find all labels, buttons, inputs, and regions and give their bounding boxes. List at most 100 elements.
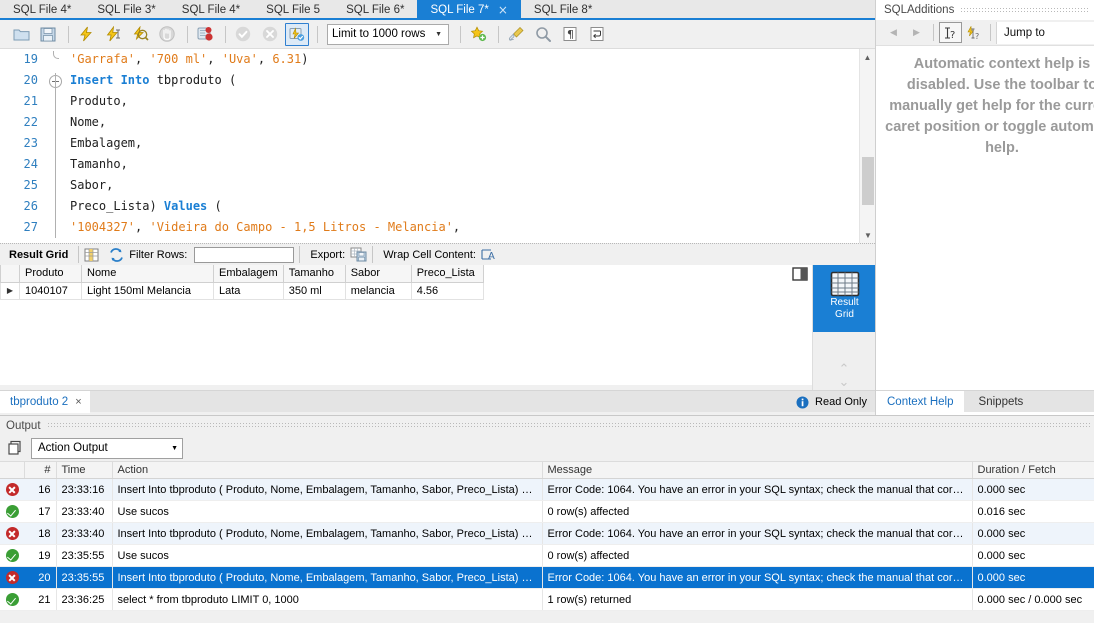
toolbar-separator (78, 246, 80, 263)
editor-line[interactable]: 27 '1004327', 'Videira do Campo - 1,5 Lit… (0, 217, 875, 238)
result-grid-body[interactable]: ▶ 1040107 Light 150ml Melancia Lata 350 ml me… (0, 282, 484, 300)
output-column-header[interactable]: Action (112, 461, 543, 479)
result-grid-column-header[interactable]: Nome (81, 265, 214, 283)
result-grid-cell[interactable]: 350 ml (282, 282, 346, 300)
result-grid-cell[interactable]: 1040107 (19, 282, 82, 300)
beautify-icon[interactable] (504, 23, 528, 46)
editor-line[interactable]: 21 Produto, (0, 91, 875, 112)
wrap-cell-icon[interactable]: A (481, 248, 496, 262)
open-folder-icon[interactable] (9, 23, 33, 46)
sql-additions-tabstrip[interactable]: Context Help Snippets (876, 390, 1094, 413)
export-icon[interactable] (350, 247, 367, 262)
result-grid-column-header[interactable]: Sabor (344, 265, 412, 283)
output-column-header[interactable]: Duration / Fetch (972, 461, 1094, 479)
editor-line[interactable]: 19 'Garrafa', '700 ml', 'Uva', 6.31) (0, 49, 875, 70)
filter-rows-input[interactable] (194, 246, 295, 263)
find-icon[interactable] (531, 23, 555, 46)
output-type-select[interactable]: Action Output ▼ (31, 437, 183, 459)
sql-file-tab[interactable]: SQL File 5 (253, 0, 334, 18)
grid-icon[interactable] (84, 248, 99, 262)
resultset-tabstrip[interactable]: tbproduto 2 × Read Only (0, 390, 875, 413)
result-grid-cell[interactable]: 4.56 (410, 282, 484, 300)
editor-line[interactable]: 24 Tamanho, (0, 154, 875, 175)
tab-context-help[interactable]: Context Help (876, 391, 965, 413)
result-grid-column-header[interactable]: Tamanho (282, 265, 346, 283)
editor-line[interactable]: 26 Preco_Lista) Values ( (0, 196, 875, 217)
result-grid-row[interactable]: ▶ 1040107 Light 150ml Melancia Lata 350 ml me… (0, 282, 484, 300)
execute-current-statement-icon[interactable] (101, 23, 125, 46)
resultset-tab-tbproduto2[interactable]: tbproduto 2 × (0, 391, 90, 413)
close-icon[interactable]: × (498, 4, 508, 16)
nav-forward-icon[interactable]: ▶ (905, 22, 928, 43)
output-row[interactable]: 17 23:33:40 Use sucos 0 row(s) affected 0.01… (0, 500, 1094, 523)
line-text: Tamanho, (70, 157, 128, 171)
error-status-icon (0, 478, 24, 501)
wrap-lines-icon[interactable] (585, 23, 609, 46)
result-grid-cell[interactable]: melancia (344, 282, 412, 300)
result-grid-column-header[interactable]: Embalagem (213, 265, 284, 283)
vertical-scroll-thumb[interactable] (862, 157, 874, 205)
output-row[interactable]: 16 23:33:16 Insert Into tbproduto ( Produt… (0, 478, 1094, 501)
output-row[interactable]: 19 23:35:55 Use sucos 0 row(s) affected 0.00… (0, 544, 1094, 567)
close-icon[interactable]: × (75, 396, 81, 408)
editor-code-lines[interactable]: 19 'Garrafa', '700 ml', 'Uva', 6.31) 20 Ins… (0, 49, 875, 238)
nav-down-icon[interactable]: ⌄ (839, 375, 850, 388)
output-row[interactable]: 20 23:35:55 Insert Into tbproduto ( Produt… (0, 566, 1094, 589)
editor-line[interactable]: 23 Embalagem, (0, 133, 875, 154)
output-row-number: 17 (24, 500, 57, 523)
result-side-tabs[interactable]: Result Grid ⌃ ⌄ (812, 265, 876, 407)
output-row[interactable]: 21 23:36:25 select * from tbproduto LIMIT … (0, 588, 1094, 611)
refresh-icon[interactable] (109, 247, 124, 262)
auto-commit-icon[interactable] (285, 22, 309, 46)
result-grid-cell[interactable]: Light 150ml Melancia (81, 282, 214, 300)
automatic-help-icon[interactable]: ? (962, 22, 985, 43)
sql-additions-toolbar[interactable]: ◀ ▶ ? ? Jump to (876, 20, 1094, 46)
result-grid-cell[interactable]: Lata (213, 282, 284, 300)
output-column-header[interactable]: Message (542, 461, 973, 479)
save-snippet-icon[interactable] (466, 23, 490, 46)
result-grid-column-header[interactable]: Produto (19, 265, 82, 283)
output-toolbar[interactable]: Action Output ▼ (0, 435, 1094, 461)
result-grid-column-header[interactable]: Preco_Lista (410, 265, 484, 283)
output-column-header[interactable]: # (24, 461, 57, 479)
side-nav-arrows[interactable]: ⌃ ⌄ (813, 362, 875, 388)
output-table[interactable]: # Time Action Message Duration / Fetch 16 23:… (0, 461, 1094, 611)
editor-line[interactable]: 20 Insert Into tbproduto ( (0, 70, 875, 91)
output-table-body[interactable]: 16 23:33:16 Insert Into tbproduto ( Produt… (0, 478, 1094, 611)
sql-file-tab[interactable]: SQL File 4* (168, 0, 254, 18)
sql-file-tab[interactable]: SQL File 8* (520, 0, 606, 18)
explain-statement-icon[interactable] (128, 23, 152, 46)
sql-code-editor[interactable]: 19 'Garrafa', '700 ml', 'Uva', 6.31) 20 Ins… (0, 49, 875, 243)
scroll-up-icon[interactable]: ▲ (860, 49, 875, 65)
output-column-header[interactable] (0, 461, 25, 479)
output-column-header[interactable]: Time (56, 461, 113, 479)
context-help-icon[interactable]: ? (939, 22, 962, 43)
execute-icon[interactable] (74, 23, 98, 46)
sql-file-tab[interactable]: SQL File 3* (84, 0, 169, 18)
scroll-down-icon[interactable]: ▼ (860, 227, 875, 243)
editor-line[interactable]: 22 Nome, (0, 112, 875, 133)
tab-snippets[interactable]: Snippets (968, 391, 1035, 413)
result-grid-toolbar[interactable]: Result Grid Filter Rows: Export: Wrap Ce… (0, 243, 875, 265)
jump-to-input[interactable]: Jump to (996, 21, 1094, 44)
nav-back-icon[interactable]: ◀ (882, 22, 905, 43)
panel-grip[interactable] (960, 7, 1090, 13)
result-grid-area[interactable]: Produto Nome Embalagem Tamanho Sabor Preco_Li… (0, 265, 876, 407)
show-invisible-chars-icon[interactable]: ¶ (558, 23, 582, 46)
sql-file-tab[interactable]: SQL File 7* × (417, 0, 521, 18)
side-tab-result-grid[interactable]: Result Grid (813, 265, 876, 332)
editor-line[interactable]: 25 Sabor, (0, 175, 875, 196)
row-limit-dropdown[interactable]: Limit to 1000 rows ▼ (327, 23, 449, 45)
output-type-icon[interactable] (7, 440, 24, 456)
sql-file-tab[interactable]: SQL File 4* (0, 0, 85, 18)
sql-file-tab[interactable]: SQL File 6* (333, 0, 418, 18)
save-icon[interactable] (36, 23, 60, 46)
toggle-side-panel-button[interactable] (792, 267, 809, 282)
result-grid-table[interactable]: Produto Nome Embalagem Tamanho Sabor Preco_Li… (0, 265, 484, 300)
editor-vertical-scrollbar[interactable]: ▲ ▼ (859, 49, 875, 243)
panel-grip[interactable] (46, 423, 1090, 428)
toggle-breakpoint-icon[interactable] (193, 23, 217, 46)
sql-file-tabbar[interactable]: SQL File 4* SQL File 3* SQL File 4* SQL Fil… (0, 0, 875, 20)
editor-toolbar[interactable]: Limit to 1000 rows ▼ ¶ (0, 20, 875, 49)
output-row[interactable]: 18 23:33:40 Insert Into tbproduto ( Produt… (0, 522, 1094, 545)
